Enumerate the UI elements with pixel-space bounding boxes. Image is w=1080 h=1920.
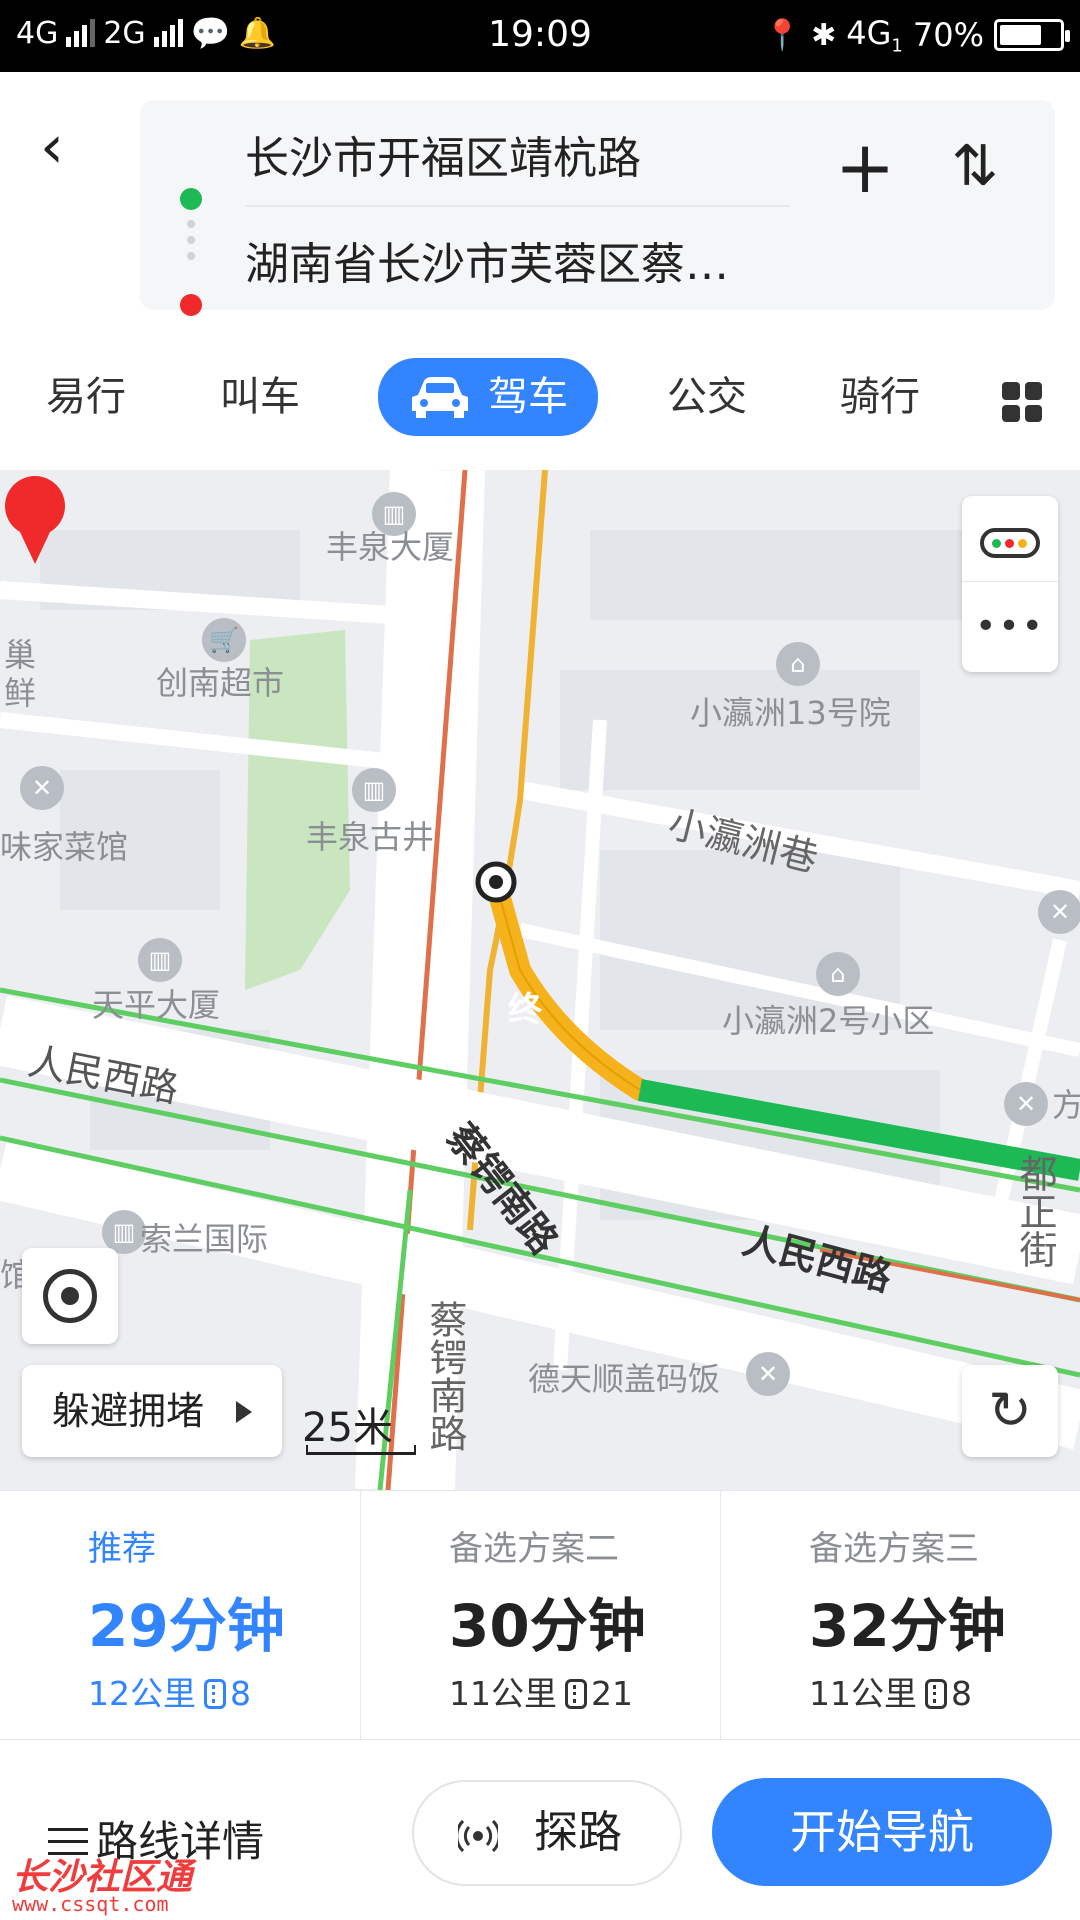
scale-bar (306, 1445, 416, 1455)
plan-tag: 备选方案二 (449, 1529, 619, 1569)
plan-tag: 推荐 (88, 1529, 156, 1569)
edge-label: 鲜 (4, 674, 37, 712)
battery-fill (1000, 25, 1041, 46)
restaurant-icon: ✕ (20, 766, 64, 810)
plan-distance: 11公里 (449, 1674, 557, 1713)
travel-mode-tabs: 易行 叫车 驾车 公交 骑行 (0, 320, 1080, 470)
tab-bike[interactable]: 骑行 (840, 362, 920, 432)
refresh-button[interactable]: ↻ (962, 1365, 1058, 1457)
poi-label: 德天顺盖码饭 (528, 1360, 721, 1398)
status-bar: 4G 2G 💬 🔔 19:09 📍 ✱ 4G1 70% (0, 0, 1080, 72)
status-right: 📍 ✱ 4G1 70% (763, 14, 1070, 57)
back-icon[interactable]: ‹ (40, 112, 90, 182)
start-point-field[interactable]: 长沙市开福区靖杭路 (245, 122, 805, 186)
avoid-congestion-label: 躲避拥堵 (52, 1389, 205, 1433)
restaurant-icon: ✕ (1004, 1082, 1048, 1126)
route-divider (245, 205, 790, 207)
add-waypoint-button[interactable]: + (830, 131, 900, 203)
route-input-box: 长沙市开福区靖杭路 湖南省长沙市芙蓉区蔡… (140, 100, 1055, 310)
poi-label: 小瀛洲13号院 (690, 694, 891, 732)
battery-percent: 70% (912, 16, 984, 55)
start-navigation-button[interactable]: 开始导航 (712, 1778, 1052, 1886)
route-plan-recommended[interactable]: 推荐 29分钟 12公里 8 (0, 1491, 360, 1741)
plan-meta: 12公里 8 (88, 1667, 251, 1715)
network-sub: 1 (891, 35, 903, 57)
destination-pin-icon (5, 476, 65, 564)
tab-drive[interactable]: 驾车 (378, 358, 598, 436)
route-plans: 推荐 29分钟 12公里 8 备选方案二 30分钟 11公里 21 备选方案三 32… (0, 1490, 1080, 1741)
watermark-url: www.cssqt.com (12, 1892, 169, 1916)
plan-distance: 11公里 (809, 1674, 917, 1713)
traffic-icon (980, 528, 1040, 558)
tab-taxi[interactable]: 叫车 (220, 362, 300, 432)
plan-time: 29分钟 (88, 1592, 285, 1660)
plan-tag: 备选方案三 (809, 1529, 979, 1569)
traffic-toggle[interactable] (962, 496, 1058, 582)
plan-distance: 12公里 (88, 1674, 196, 1713)
more-button[interactable]: ••• (962, 582, 1058, 672)
poi-label: 小瀛洲2号小区 (722, 1002, 935, 1040)
locate-icon (43, 1269, 97, 1323)
poi-label: 丰泉古井 (306, 818, 435, 856)
route-connector-icon (187, 220, 195, 268)
more-icon: ••• (975, 606, 1045, 647)
destination-pin-label: 终 (508, 990, 542, 1030)
probe-label: 探路 (534, 1807, 622, 1858)
plan-meta: 11公里 21 (449, 1667, 633, 1715)
residence-icon: ⌂ (776, 642, 820, 686)
route-header: ‹ 长沙市开福区靖杭路 湖南省长沙市芙蓉区蔡… + ⇅ (0, 72, 1080, 320)
tab-bus[interactable]: 公交 (667, 362, 747, 432)
traffic-light-icon (204, 1679, 226, 1709)
route-plan-2[interactable]: 备选方案二 30分钟 11公里 21 (360, 1491, 720, 1741)
refresh-icon: ↻ (988, 1381, 1032, 1441)
swap-button[interactable]: ⇅ (945, 132, 1005, 202)
probe-button[interactable]: 探路 (412, 1780, 682, 1886)
plan-time: 30分钟 (449, 1592, 646, 1660)
swap-icon: ⇅ (951, 134, 999, 199)
start-dot-icon (180, 188, 202, 210)
tab-drive-label: 驾车 (488, 374, 568, 420)
end-dot-icon (180, 294, 202, 316)
map-view[interactable]: ▥ 丰泉大厦 🛒 创南超市 ⌂ 小瀛洲13号院 ▥ 丰泉古井 小瀛洲巷 ✕ 味家… (0, 470, 1080, 1490)
map-layer-controls: ••• (962, 496, 1058, 672)
bluetooth-icon: ✱ (811, 17, 837, 53)
plan-meta: 11公里 8 (809, 1667, 972, 1715)
probe-icon (458, 1819, 498, 1853)
battery-icon (994, 19, 1070, 52)
traffic-light-icon (925, 1679, 947, 1709)
residence-icon: ⌂ (816, 952, 860, 996)
landmark-icon: ▥ (352, 768, 396, 812)
avoid-congestion-button[interactable]: 躲避拥堵 (22, 1365, 282, 1457)
poi-label: 味家菜馆 (0, 828, 129, 866)
tab-yixing[interactable]: 易行 (46, 362, 126, 432)
building-icon: ▥ (138, 938, 182, 982)
locate-button[interactable] (22, 1248, 118, 1344)
bottom-bar: 路线详情 探路 开始导航 长沙社区通 www.cssqt.com (0, 1740, 1080, 1920)
poi-label: 天平大厦 (92, 986, 221, 1024)
poi-label: 丰泉大厦 (326, 528, 455, 566)
road-label: 都正街 (1013, 1154, 1057, 1268)
play-icon (236, 1401, 252, 1423)
poi-label: 创南超市 (156, 664, 285, 702)
plan-lights: 8 (951, 1674, 972, 1713)
restaurant-icon: ✕ (746, 1352, 790, 1396)
poi-label: 索兰国际 (140, 1220, 269, 1258)
edge-label: 方 (1052, 1086, 1080, 1124)
location-icon: 📍 (763, 17, 802, 53)
plus-icon: + (834, 125, 896, 209)
road-label: 蔡锷南路 (423, 1300, 467, 1452)
network-label-3: 4G1 (846, 14, 903, 57)
grid-icon[interactable] (1002, 382, 1042, 422)
shop-icon: 🛒 (202, 618, 246, 662)
plan-lights: 8 (230, 1674, 251, 1713)
car-icon (412, 377, 468, 418)
route-plan-3[interactable]: 备选方案三 32分钟 11公里 8 (720, 1491, 1080, 1741)
restaurant-icon: ✕ (1038, 890, 1080, 934)
end-point-field[interactable]: 湖南省长沙市芙蓉区蔡… (245, 228, 805, 292)
plan-lights: 21 (591, 1674, 633, 1713)
plan-time: 32分钟 (809, 1592, 1006, 1660)
traffic-light-icon (565, 1679, 587, 1709)
